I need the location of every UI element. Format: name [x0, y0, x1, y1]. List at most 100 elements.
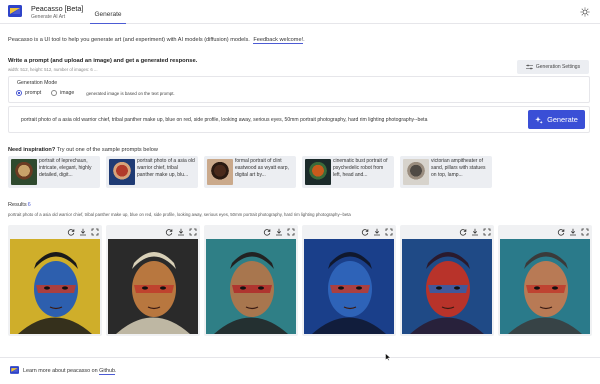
generation-settings-label: Generation Settings [535, 64, 581, 70]
radio-unselected-icon[interactable] [51, 90, 58, 96]
refresh-icon[interactable] [459, 228, 467, 236]
result-card [302, 225, 396, 336]
sample-prompt-card[interactable]: victorian ampitheater of sand, pillars w… [400, 156, 492, 188]
sample-prompt-card[interactable]: cinematic bust portrait of psychedelic r… [302, 156, 394, 188]
result-card [8, 225, 102, 336]
intro-tail: . [303, 37, 305, 43]
prompt-input[interactable]: portrait photo of a asia old warrior chi… [8, 106, 590, 133]
generation-mode-options: prompt image generated image is based on… [16, 90, 175, 96]
download-icon[interactable] [373, 228, 381, 236]
results-label-text: Results [8, 202, 27, 208]
result-card [498, 225, 592, 336]
generation-mode-label: Generation Mode [17, 80, 58, 86]
expand-icon[interactable] [91, 228, 99, 236]
radio-image[interactable]: image [51, 90, 74, 96]
refresh-icon[interactable] [361, 228, 369, 236]
sample-prompt-card[interactable]: portrait photo of a asia old warrior chi… [106, 156, 198, 188]
download-icon[interactable] [275, 228, 283, 236]
generation-settings-button[interactable]: Generation Settings [517, 60, 589, 74]
refresh-icon[interactable] [67, 228, 75, 236]
sample-prompt-text: portrait photo of a asia old warrior chi… [137, 158, 195, 178]
sliders-icon [525, 64, 533, 70]
expand-icon[interactable] [483, 228, 491, 236]
radio-selected-icon[interactable] [16, 90, 22, 96]
result-card-actions [165, 228, 197, 236]
footer-text-body: Learn more about peacasso on [23, 368, 98, 374]
expand-icon[interactable] [385, 228, 393, 236]
inspiration-title: Need inspiration? Try out one of the sam… [8, 147, 158, 153]
generated-image[interactable] [304, 239, 394, 334]
mouse-cursor-icon [385, 353, 391, 361]
radio-image-label: image [60, 90, 75, 96]
generate-button[interactable]: Generate [528, 110, 585, 129]
result-card [204, 225, 298, 336]
expand-icon[interactable] [189, 228, 197, 236]
radio-prompt-label: prompt [25, 90, 42, 96]
radio-prompt[interactable]: prompt [16, 90, 41, 96]
generated-portrait-icon [304, 239, 394, 334]
result-card [106, 225, 200, 336]
intro-text: Peacasso is a UI tool to help you genera… [8, 37, 305, 44]
generated-portrait-icon [402, 239, 492, 334]
footer-text: Learn more about peacasso on Github. [23, 368, 117, 375]
sample-prompt-text: portrait of leprechaun, intricate, elega… [39, 158, 92, 178]
generated-portrait-icon [206, 239, 296, 334]
generated-image[interactable] [206, 239, 296, 334]
app-title: Peacasso [Beta] [31, 4, 84, 13]
generate-button-label: Generate [547, 115, 578, 124]
result-card-actions [67, 228, 99, 236]
sample-prompt-card[interactable]: formal portrait of clint eastwood as wya… [204, 156, 296, 188]
sample-thumbnail [403, 159, 429, 185]
prompt-input-value[interactable]: portrait photo of a asia old warrior chi… [21, 117, 427, 123]
generated-image[interactable] [10, 239, 100, 334]
result-card-actions [459, 228, 491, 236]
refresh-icon[interactable] [165, 228, 173, 236]
generated-image[interactable] [500, 239, 590, 334]
download-icon[interactable] [569, 228, 577, 236]
generated-portrait-icon [10, 239, 100, 334]
generated-portrait-icon [108, 239, 198, 334]
sparkles-icon [535, 116, 543, 124]
inspiration-title-bold: Need inspiration? [8, 147, 56, 153]
inspiration-title-rest: Try out one of the sample prompts below [56, 147, 158, 153]
sample-prompt-card[interactable]: portrait of leprechaun, intricate, elega… [8, 156, 100, 188]
refresh-icon[interactable] [557, 228, 565, 236]
sun-icon[interactable] [580, 7, 590, 17]
result-card-actions [557, 228, 589, 236]
footer-divider [0, 357, 600, 358]
generation-mode-panel: Generation Mode prompt image generated i… [8, 76, 590, 103]
sample-prompt-text: victorian ampitheater of sand, pillars w… [431, 158, 486, 178]
github-link[interactable]: Github [99, 368, 116, 375]
download-icon[interactable] [177, 228, 185, 236]
sample-thumbnail [109, 159, 135, 185]
intro-body: Peacasso is a UI tool to help you genera… [8, 37, 250, 43]
prompt-meta: width: 512, height: 512, number of image… [8, 67, 98, 72]
tab-generate[interactable]: Generate [90, 0, 126, 24]
peacasso-logo-icon [8, 5, 22, 17]
results-prompt: portrait photo of a asia old warrior chi… [8, 212, 351, 217]
download-icon[interactable] [471, 228, 479, 236]
results-count: 6 [27, 202, 31, 208]
result-card-actions [361, 228, 393, 236]
footer-tail: . [115, 368, 117, 374]
result-card-actions [263, 228, 295, 236]
download-icon[interactable] [79, 228, 87, 236]
generation-mode-hint: generated image is based on the text pro… [86, 90, 175, 96]
generated-portrait-icon [500, 239, 590, 334]
app-subtitle: Generate AI Art [31, 14, 66, 20]
peacasso-logo-icon [10, 366, 19, 374]
feedback-link[interactable]: Feedback welcome! [253, 37, 304, 44]
results-label: Results6 [8, 202, 31, 208]
top-bar: Peacasso [Beta] Generate AI Art Generate [0, 0, 600, 24]
sample-thumbnail [207, 159, 233, 185]
sample-thumbnail [11, 159, 37, 185]
sample-prompt-text: formal portrait of clint eastwood as wya… [235, 158, 289, 178]
sample-thumbnail [305, 159, 331, 185]
expand-icon[interactable] [287, 228, 295, 236]
sample-prompt-text: cinematic bust portrait of psychedelic r… [333, 158, 388, 178]
generated-image[interactable] [108, 239, 198, 334]
expand-icon[interactable] [581, 228, 589, 236]
refresh-icon[interactable] [263, 228, 271, 236]
generated-image[interactable] [402, 239, 492, 334]
result-card [400, 225, 494, 336]
